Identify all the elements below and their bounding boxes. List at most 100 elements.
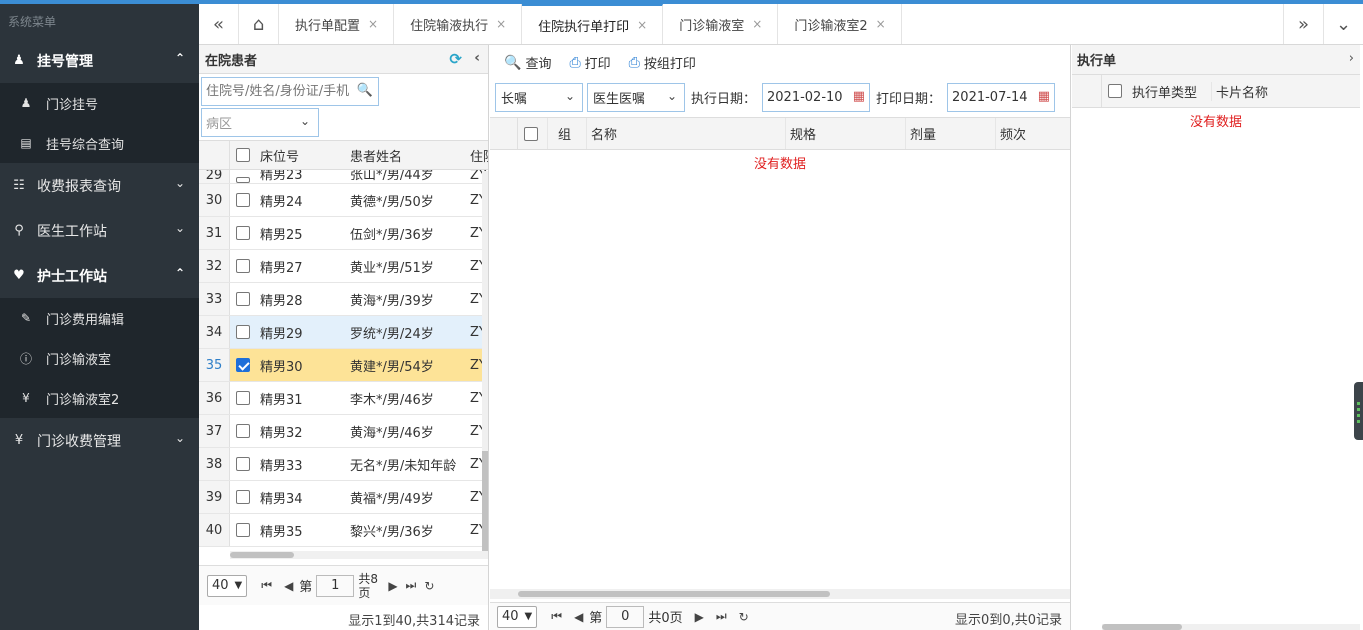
- sidebar-item-fee-edit[interactable]: ✎ 门诊费用编辑: [0, 298, 199, 338]
- row-checkbox[interactable]: [236, 325, 250, 339]
- sidebar-group-fee-report[interactable]: ☷ 收费报表查询 ⌄: [0, 163, 199, 208]
- exec-date-field[interactable]: 2021-02-10 ▦: [762, 82, 871, 112]
- close-icon[interactable]: ×: [752, 17, 762, 31]
- prev-page-icon[interactable]: ◀: [574, 610, 583, 624]
- yen-icon: ¥: [14, 433, 24, 448]
- query-button[interactable]: 🔍 查询: [504, 53, 551, 73]
- sidebar-group-outpatient-fee[interactable]: ¥ 门诊收费管理 ⌄: [0, 418, 199, 463]
- search-icon[interactable]: 🔍: [357, 83, 373, 98]
- print-button[interactable]: ⎙ 打印: [569, 53, 610, 73]
- table-row[interactable]: 29 精男23 张山*/男/44岁 ZY: [199, 170, 488, 184]
- select-all-checkbox[interactable]: [1108, 84, 1122, 98]
- tab-bar: « ⌂ 执行单配置 × 住院输液执行 × 住院执行单打印 × 门诊输液室 × 门诊输液室…: [199, 4, 1363, 45]
- reload-icon[interactable]: ↻: [424, 579, 434, 593]
- page-input[interactable]: 0: [606, 605, 645, 628]
- first-page-icon[interactable]: ⏮: [261, 578, 272, 593]
- row-checkbox[interactable]: [236, 292, 250, 306]
- tab-exec-print[interactable]: 住院执行单打印 ×: [522, 4, 664, 44]
- table-row[interactable]: 37 精男32 黄海*/男/46岁 ZY: [199, 415, 488, 448]
- row-checkbox[interactable]: [236, 523, 250, 537]
- sidebar-sub-nurse-station: ✎ 门诊费用编辑 ⓘ 门诊输液室 ¥ 门诊输液室2: [0, 298, 199, 418]
- next-page-icon[interactable]: ▶: [695, 610, 704, 624]
- refresh-icon[interactable]: ⟳: [449, 50, 462, 68]
- horizontal-scrollbar[interactable]: [1102, 624, 1360, 630]
- table-row[interactable]: 39 精男34 黄福*/男/49岁 ZY: [199, 481, 488, 514]
- table-row[interactable]: 30 精男24 黄德*/男/50岁 ZY: [199, 184, 488, 217]
- ward-select[interactable]: 病区 ⌄: [201, 108, 319, 137]
- table-row[interactable]: 38 精男33 无名*/男/未知年龄 ZY: [199, 448, 488, 481]
- close-icon[interactable]: ×: [637, 18, 647, 32]
- sidebar: 系统菜单 ♟ 挂号管理 ⌃ ♟ 门诊挂号 ▤ 挂号综合查询 ☷ 收费报表查询 ⌄…: [0, 4, 199, 630]
- close-icon[interactable]: ×: [368, 17, 378, 31]
- horizontal-scrollbar[interactable]: [230, 551, 486, 559]
- side-widget-handle[interactable]: [1354, 382, 1363, 440]
- row-checkbox[interactable]: [236, 490, 250, 504]
- panel-header: 执行单 ›: [1072, 45, 1360, 75]
- patient-search: 🔍: [201, 77, 379, 106]
- row-checkbox[interactable]: [236, 424, 250, 438]
- group-print-button[interactable]: ⎙ 按组打印: [629, 53, 696, 73]
- sidebar-group-nurse-station[interactable]: ♥ 护士工作站 ⌃: [0, 253, 199, 298]
- table-row[interactable]: 31 精男25 伍剑*/男/36岁 ZY: [199, 217, 488, 250]
- sidebar-group-doctor-station[interactable]: ⚲ 医生工作站 ⌄: [0, 208, 199, 253]
- tab-inpatient-infusion[interactable]: 住院输液执行 ×: [394, 4, 523, 44]
- pager-info: 显示1到40,共314记录: [348, 614, 480, 629]
- sidebar-item-infusion-room-2[interactable]: ¥ 门诊输液室2: [0, 378, 199, 418]
- exec-print-panel: 🔍 查询 ⎙ 打印 ⎙ 按组打印 长嘱 ⌄ 医生医嘱 ⌄ 执行日期： 2021-02-10…: [490, 45, 1071, 630]
- next-page-icon[interactable]: ▶: [388, 579, 397, 593]
- tab-exec-config[interactable]: 执行单配置 ×: [279, 4, 395, 44]
- vertical-scrollbar[interactable]: [482, 171, 488, 559]
- row-checkbox[interactable]: [236, 391, 250, 405]
- order-source-select[interactable]: 医生医嘱 ⌄: [587, 82, 685, 112]
- row-checkbox[interactable]: [236, 457, 250, 471]
- reload-icon[interactable]: ↻: [739, 610, 749, 624]
- calendar-icon[interactable]: ▦: [853, 89, 865, 104]
- page-input[interactable]: 1: [316, 574, 355, 597]
- select-all-checkbox[interactable]: [236, 148, 250, 162]
- tabs-scroll-right-icon[interactable]: »: [1283, 4, 1323, 44]
- chevron-down-icon: ⌄: [174, 221, 185, 235]
- order-type-select[interactable]: 长嘱 ⌄: [495, 82, 583, 112]
- first-page-icon[interactable]: ⏮: [551, 609, 562, 624]
- row-checkbox[interactable]: [236, 193, 250, 207]
- toolbar: 🔍 查询 ⎙ 打印 ⎙ 按组打印: [490, 45, 1070, 80]
- row-checkbox-checked[interactable]: [236, 358, 250, 372]
- table-row[interactable]: 32 精男27 黄业*/男/51岁 ZY: [199, 250, 488, 283]
- row-checkbox[interactable]: [236, 177, 250, 183]
- table-row[interactable]: 33 精男28 黄海*/男/39岁 ZY: [199, 283, 488, 316]
- sidebar-item-outpatient-registration[interactable]: ♟ 门诊挂号: [0, 83, 199, 123]
- clipboard-icon: ▤: [20, 136, 32, 150]
- table-row-selected[interactable]: 35 精男30 黄建*/男/54岁 ZY: [199, 349, 488, 382]
- sidebar-item-infusion-room[interactable]: ⓘ 门诊输液室: [0, 338, 199, 378]
- horizontal-scrollbar[interactable]: [490, 589, 1070, 599]
- info-icon: ⓘ: [19, 351, 32, 366]
- page-size-select[interactable]: 40 ▼: [207, 574, 248, 597]
- close-icon[interactable]: ×: [876, 17, 886, 31]
- row-checkbox[interactable]: [236, 226, 250, 240]
- tab-infusion-room-2[interactable]: 门诊输液室2 ×: [778, 4, 902, 44]
- last-page-icon[interactable]: ⏭: [716, 609, 727, 624]
- tab-infusion-room[interactable]: 门诊输液室 ×: [663, 4, 779, 44]
- sidebar-sub-registration: ♟ 门诊挂号 ▤ 挂号综合查询: [0, 83, 199, 163]
- last-page-icon[interactable]: ⏭: [406, 578, 417, 593]
- sidebar-item-registration-query[interactable]: ▤ 挂号综合查询: [0, 123, 199, 163]
- page-size-select[interactable]: 40 ▼: [497, 605, 538, 628]
- chevron-down-icon[interactable]: ⌄: [1323, 4, 1363, 44]
- table-row[interactable]: 40 精男35 黎兴*/男/36岁 ZY: [199, 514, 488, 547]
- table-row[interactable]: 34 精男29 罗统*/男/24岁 ZY: [199, 316, 488, 349]
- search-input[interactable]: [202, 78, 352, 105]
- calendar-icon[interactable]: ▦: [1038, 89, 1050, 104]
- sidebar-title: 系统菜单: [8, 15, 57, 29]
- close-icon[interactable]: ×: [496, 17, 506, 31]
- exec-sheet-panel: 执行单 › 执行单类型 卡片名称 没有数据: [1072, 45, 1360, 630]
- select-all-checkbox[interactable]: [524, 126, 538, 141]
- table-row[interactable]: 36 精男31 李木*/男/46岁 ZY: [199, 382, 488, 415]
- chevron-right-icon[interactable]: ›: [1349, 51, 1354, 66]
- tabs-scroll-left-icon[interactable]: «: [199, 4, 239, 44]
- prev-page-icon[interactable]: ◀: [284, 579, 293, 593]
- row-checkbox[interactable]: [236, 259, 250, 273]
- print-date-field[interactable]: 2021-07-14 ▦: [947, 82, 1056, 112]
- sidebar-group-registration[interactable]: ♟ 挂号管理 ⌃: [0, 38, 199, 83]
- home-icon[interactable]: ⌂: [239, 4, 279, 44]
- collapse-left-icon[interactable]: ‹: [474, 50, 480, 66]
